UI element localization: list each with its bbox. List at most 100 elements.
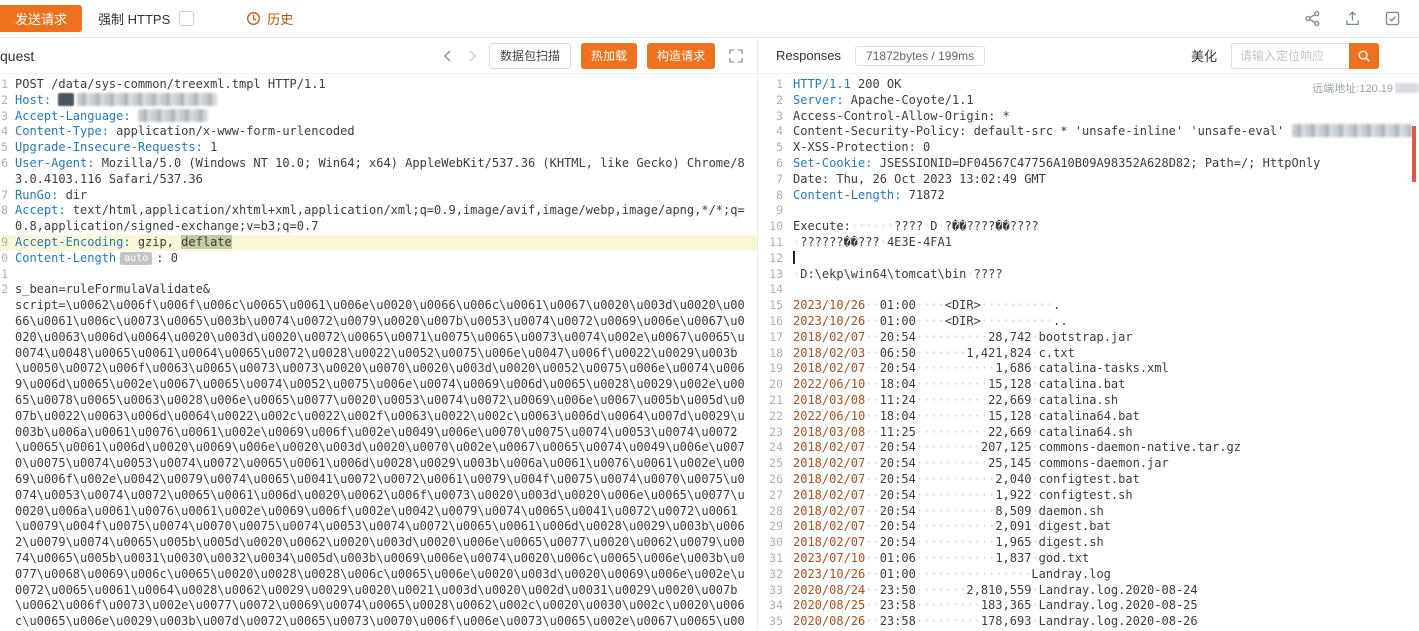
line-number: 24	[758, 440, 793, 456]
code-line[interactable]: 6Set-Cookie: JSESSIONID=DF04567C47756A10…	[758, 156, 1419, 172]
build-request-button[interactable]: 构造请求	[647, 43, 715, 69]
code-segment: catalina64.sh	[1039, 425, 1133, 439]
code-segment: ··	[865, 567, 879, 581]
code-line[interactable]: 252018/02/07··20:54··········25,145·comm…	[758, 456, 1419, 472]
code-line[interactable]: 9	[758, 203, 1419, 219]
code-line[interactable]: 332020/08/24··23:50·······2,810,559·Land…	[758, 583, 1419, 599]
code-line[interactable]: 1	[0, 267, 757, 283]
code-text: Accept-Encoding: gzip, deflate	[15, 235, 757, 251]
search-input[interactable]	[1231, 43, 1349, 69]
code-segment: ··········	[981, 314, 1053, 328]
code-line[interactable]: 242018/02/07··20:54·········207,125·comm…	[758, 440, 1419, 456]
code-line[interactable]: script=\u0062\u006f\u006f\u006c\u0065\u0…	[0, 298, 757, 630]
packet-scan-button[interactable]: 数据包扫描	[489, 43, 571, 69]
line-number: 25	[758, 456, 793, 472]
code-line[interactable]: 302018/02/07··20:54···········1,965·dige…	[758, 535, 1419, 551]
code-line[interactable]: 0Content-Lengthauto: 0	[0, 251, 757, 267]
code-line[interactable]: 12	[758, 251, 1419, 267]
code-line[interactable]: 3Access-Control-Allow-Origin: *	[758, 109, 1419, 125]
chevron-right-icon[interactable]	[465, 49, 479, 63]
code-line[interactable]: 212018/03/08··11:24··········22,669·cata…	[758, 393, 1419, 409]
code-line[interactable]: 342020/08/25··23:58·········183,365·Land…	[758, 598, 1419, 614]
code-line[interactable]: 13·D:\ekp\win64\tomcat\bin·????	[758, 267, 1419, 283]
code-line[interactable]: 312023/07/10··01:06···········1,837·god.…	[758, 551, 1419, 567]
code-line[interactable]: 272018/02/07··20:54···········1,922·conf…	[758, 488, 1419, 504]
force-https-label: 强制 HTTPS	[98, 9, 170, 28]
request-editor[interactable]: 1POST /data/sys-common/treexml.tmpl HTTP…	[0, 74, 757, 630]
fullscreen-icon[interactable]	[729, 49, 743, 63]
code-line[interactable]: 5Upgrade-Insecure-Requests: 1	[0, 140, 757, 156]
code-line[interactable]: 1POST /data/sys-common/treexml.tmpl HTTP…	[0, 77, 757, 93]
check-square-icon[interactable]	[1384, 10, 1401, 27]
response-editor[interactable]: 1HTTP/1.1 200 OK2Server: Apache-Coyote/1…	[758, 74, 1419, 630]
code-text: RunGo: dir	[15, 188, 757, 204]
code-line[interactable]: 10Execute:······????·D·?��????��????	[758, 219, 1419, 235]
code-line[interactable]: 152023/10/26··01:00····<DIR>··········.	[758, 298, 1419, 314]
code-segment: ·······	[916, 346, 967, 360]
code-line[interactable]: 5X-XSS-Protection: 0	[758, 140, 1419, 156]
remote-address: 远端地址:120.19	[1312, 80, 1419, 96]
hot-reload-button[interactable]: 热加载	[581, 43, 637, 69]
code-line[interactable]: 8Content-Length: 71872	[758, 188, 1419, 204]
history-button[interactable]: 历史	[246, 9, 293, 28]
code-line[interactable]: 14	[758, 282, 1419, 298]
code-line[interactable]: 222022/06/10··18:04··········15,128·cata…	[758, 409, 1419, 425]
code-line[interactable]: 2s_bean=ruleFormulaValidate&	[0, 282, 757, 298]
code-line[interactable]: 4Content-Security-Policy: default-src * …	[758, 124, 1419, 140]
beautify-button[interactable]: 美化	[1191, 46, 1217, 65]
force-https-checkbox[interactable]	[179, 11, 194, 26]
code-line[interactable]: 8Accept: text/html,application/xhtml+xml…	[0, 203, 757, 235]
code-segment: daemon.sh	[1039, 504, 1104, 518]
code-segment: ·	[1031, 598, 1038, 612]
share-icon[interactable]	[1304, 10, 1321, 27]
code-line[interactable]: 292018/02/07··20:54···········2,091·dige…	[758, 519, 1419, 535]
code-segment: application/x-www-form-urlencoded	[109, 124, 355, 138]
send-request-button[interactable]: 发送请求	[0, 5, 82, 32]
code-segment: <DIR>	[945, 314, 981, 328]
export-icon[interactable]	[1344, 10, 1361, 27]
code-segment: ????	[974, 267, 1003, 281]
code-line[interactable]: 192018/02/07··20:54···········1,686·cata…	[758, 361, 1419, 377]
code-line[interactable]: 282018/02/07··20:54···········8,509·daem…	[758, 504, 1419, 520]
code-line[interactable]: 4Content-Type: application/x-www-form-ur…	[0, 124, 757, 140]
request-panel-header: quest 数据包扫描 热加载 构造请求	[0, 38, 757, 74]
code-segment: 2,040	[995, 472, 1031, 486]
code-segment: 1,922	[995, 488, 1031, 502]
code-text: ·??????��???·4E3E-4FA1	[793, 235, 1419, 251]
code-line[interactable]: 322023/10/26··01:00················Landr…	[758, 567, 1419, 583]
code-segment: 20:54	[880, 330, 916, 344]
code-line[interactable]: 232018/03/08··11:25··········22,669·cata…	[758, 425, 1419, 441]
code-segment: X-XSS-Protection: 0	[793, 140, 930, 154]
code-text: 2018/03/08··11:24··········22,669·catali…	[793, 393, 1419, 409]
code-segment: 11:24	[880, 393, 916, 407]
code-segment: 2023/10/26	[793, 298, 865, 312]
code-segment: ·	[1031, 583, 1038, 597]
code-segment: ·········	[916, 598, 981, 612]
code-line[interactable]: 182018/02/03··06:50·······1,421,824·c.tx…	[758, 346, 1419, 362]
code-line[interactable]: 7Date: Thu, 26 Oct 2023 13:02:49 GMT	[758, 172, 1419, 188]
code-line[interactable]: 3Accept-Language:	[0, 109, 757, 125]
code-line[interactable]: 6User-Agent: Mozilla/5.0 (Windows NT 10.…	[0, 156, 757, 188]
line-number: 2	[0, 93, 15, 109]
code-segment: ··	[865, 377, 879, 391]
code-line[interactable]: 11·??????��???·4E3E-4FA1	[758, 235, 1419, 251]
responses-tab[interactable]: Responses	[776, 48, 841, 63]
code-line[interactable]: 2Host:	[0, 93, 757, 109]
code-line[interactable]: 262018/02/07··20:54···········2,040·conf…	[758, 472, 1419, 488]
code-segment: Date: Thu, 26 Oct 2023 13:02:49 GMT	[793, 172, 1046, 186]
code-line[interactable]: 9Accept-Encoding: gzip, deflate	[0, 235, 757, 251]
code-line[interactable]: 352020/08/26··23:58·········178,693·Land…	[758, 614, 1419, 630]
code-line[interactable]: 162023/10/26··01:00····<DIR>··········..	[758, 314, 1419, 330]
code-line[interactable]: 7RunGo: dir	[0, 188, 757, 204]
line-number: 1	[0, 77, 15, 93]
code-line[interactable]: 202022/06/10··18:04··········15,128·cata…	[758, 377, 1419, 393]
chevron-left-icon[interactable]	[441, 49, 455, 63]
search-button[interactable]	[1349, 43, 1379, 69]
code-segment: ·	[1031, 551, 1038, 565]
code-segment: ···········	[916, 519, 995, 533]
code-segment: 2023/07/10	[793, 551, 865, 565]
code-line[interactable]: 172018/02/07··20:54··········28,742·boot…	[758, 330, 1419, 346]
code-segment: ..	[1053, 314, 1067, 328]
code-segment: Access-Control-Allow-Origin: *	[793, 109, 1010, 123]
code-segment: 1,421,824	[966, 346, 1031, 360]
